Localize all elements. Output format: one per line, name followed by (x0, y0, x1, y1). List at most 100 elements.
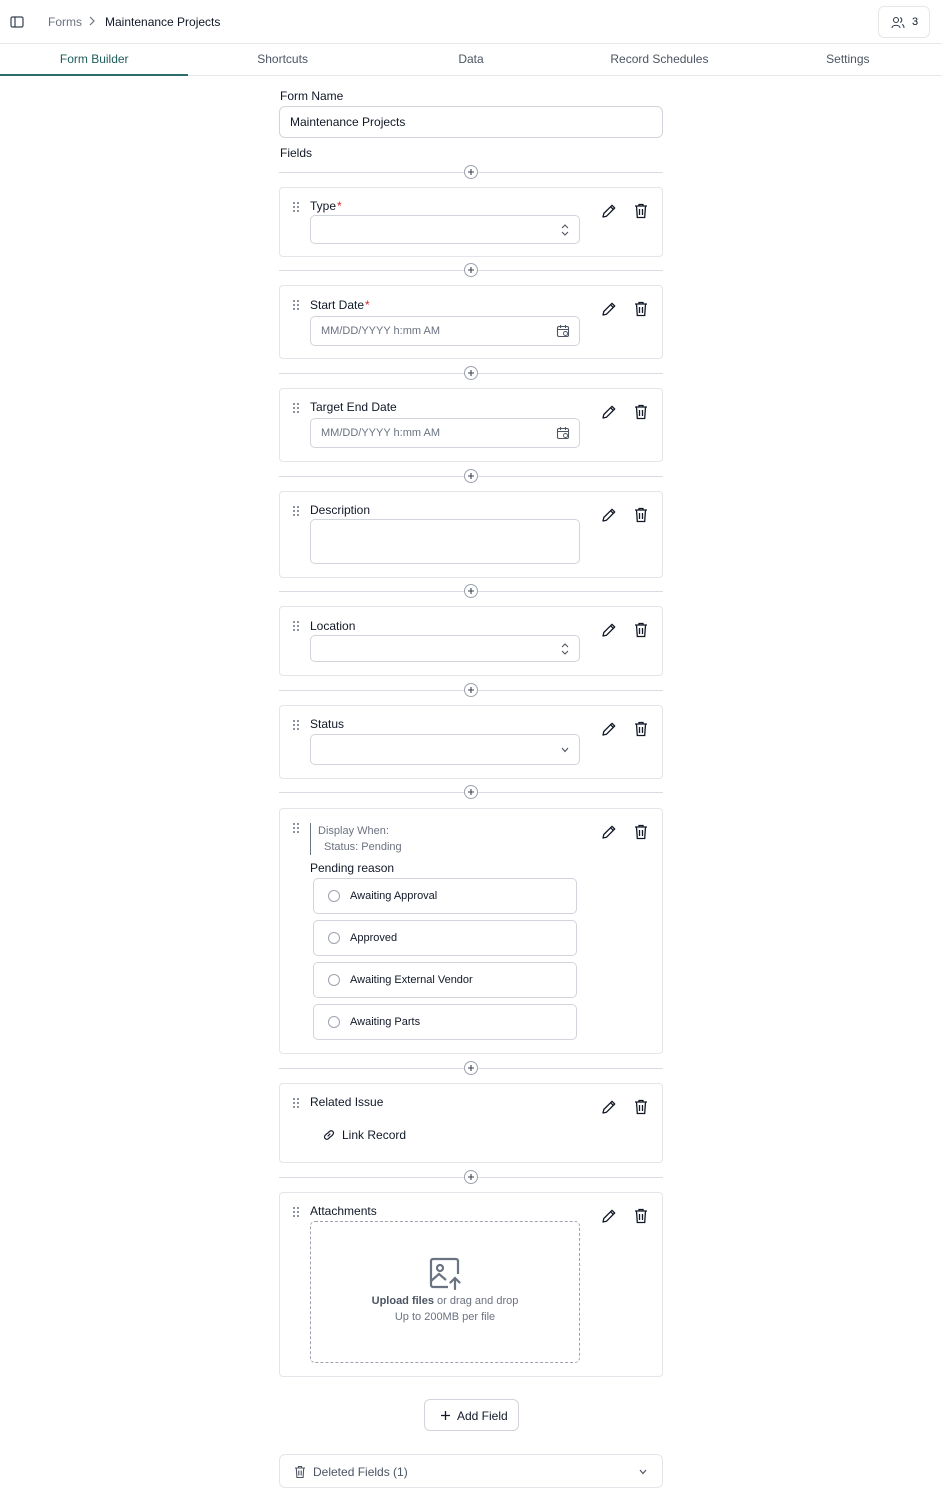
insert-field-divider (279, 1170, 663, 1184)
link-icon (323, 1130, 335, 1140)
field-label: Related Issue (310, 1095, 384, 1109)
type-select[interactable] (310, 215, 580, 244)
delete-field-icon[interactable] (633, 823, 649, 841)
collaborators-count: 3 (912, 16, 919, 28)
sidebar-toggle-icon[interactable] (10, 15, 24, 29)
edit-field-icon[interactable] (600, 506, 618, 524)
radio-button[interactable] (328, 890, 340, 902)
insert-field-button[interactable] (464, 584, 478, 598)
breadcrumb-forms-link[interactable]: Forms (48, 15, 82, 29)
radio-option-label: Awaiting External Vendor (350, 974, 473, 986)
delete-field-icon[interactable] (633, 202, 649, 220)
edit-field-icon[interactable] (600, 621, 618, 639)
edit-field-icon[interactable] (600, 403, 618, 421)
insert-field-button[interactable] (464, 683, 478, 697)
tab-data[interactable]: Data (377, 44, 565, 75)
radio-option[interactable]: Approved (313, 920, 577, 956)
deleted-fields-label: Deleted Fields (1) (313, 1465, 408, 1479)
edit-field-icon[interactable] (600, 1207, 618, 1225)
insert-field-divider (279, 1061, 663, 1075)
drag-handle-icon[interactable] (291, 1206, 301, 1218)
upload-size-limit: Up to 200MB per file (394, 1311, 496, 1323)
drag-drop-text: or drag and drop (433, 1295, 519, 1307)
display-condition: Display When: Status: Pending (310, 823, 402, 855)
delete-field-icon[interactable] (633, 403, 649, 421)
tab-form-builder[interactable]: Form Builder (0, 44, 189, 76)
radio-option[interactable]: Awaiting Parts (313, 1004, 577, 1040)
insert-field-divider (279, 584, 663, 598)
delete-field-icon[interactable] (633, 720, 649, 738)
form-name-input[interactable] (279, 106, 663, 138)
field-card-description: Description (279, 491, 663, 578)
radio-button[interactable] (328, 974, 340, 986)
drag-handle-icon[interactable] (291, 822, 301, 834)
edit-field-icon[interactable] (600, 823, 618, 841)
deleted-fields-accordion[interactable]: Deleted Fields (1) (279, 1454, 663, 1488)
insert-field-button[interactable] (464, 263, 478, 277)
target-end-date-input[interactable]: MM/DD/YYYY h:mm AM (310, 418, 580, 448)
collaborators-button[interactable]: 3 (878, 6, 930, 38)
add-field-button[interactable]: Add Field (424, 1399, 519, 1431)
required-marker: * (365, 298, 370, 312)
insert-field-button[interactable] (464, 785, 478, 799)
plus-icon (441, 1411, 450, 1420)
field-label: Pending reason (310, 861, 395, 875)
drag-handle-icon[interactable] (291, 201, 301, 213)
radio-button[interactable] (328, 932, 340, 944)
date-placeholder: MM/DD/YYYY h:mm AM (321, 325, 440, 337)
tab-settings[interactable]: Settings (754, 44, 942, 75)
drag-handle-icon[interactable] (291, 299, 301, 311)
field-card-target-end-date: Target End Date MM/DD/YYYY h:mm AM (279, 388, 663, 462)
upload-files-link[interactable]: Upload files (372, 1295, 434, 1307)
trash-icon (295, 1465, 305, 1479)
insert-field-divider (279, 366, 663, 380)
edit-field-icon[interactable] (600, 1098, 618, 1116)
radio-option[interactable]: Awaiting External Vendor (313, 962, 577, 998)
plus-icon (468, 267, 474, 273)
plus-icon (468, 687, 474, 693)
display-when-label: Display When: (318, 825, 389, 837)
delete-field-icon[interactable] (633, 1207, 649, 1225)
edit-field-icon[interactable] (600, 720, 618, 738)
insert-field-button[interactable] (464, 1061, 478, 1075)
upload-instructions: Upload files or drag and drop (311, 1295, 579, 1307)
edit-field-icon[interactable] (600, 202, 618, 220)
plus-icon (468, 1174, 474, 1180)
drag-handle-icon[interactable] (291, 402, 301, 414)
plus-icon (468, 1065, 474, 1071)
insert-field-button[interactable] (464, 1170, 478, 1184)
delete-field-icon[interactable] (633, 621, 649, 639)
edit-field-icon[interactable] (600, 300, 618, 318)
field-card-start-date: Start Date* MM/DD/YYYY h:mm AM (279, 285, 663, 359)
plus-icon (468, 588, 474, 594)
description-textarea[interactable] (310, 519, 580, 564)
insert-field-button[interactable] (464, 366, 478, 380)
drag-handle-icon[interactable] (291, 719, 301, 731)
status-select[interactable] (310, 734, 580, 765)
delete-field-icon[interactable] (633, 300, 649, 318)
drag-handle-icon[interactable] (291, 620, 301, 632)
fields-heading: Fields (280, 146, 313, 160)
field-card-attachments: Attachments Upload files or drag and dro… (279, 1192, 663, 1377)
tab-shortcuts[interactable]: Shortcuts (188, 44, 376, 75)
location-select[interactable] (310, 635, 580, 662)
radio-option[interactable]: Awaiting Approval (313, 878, 577, 914)
field-label: Start Date* (310, 298, 370, 312)
insert-field-divider (279, 683, 663, 697)
delete-field-icon[interactable] (633, 506, 649, 524)
delete-field-icon[interactable] (633, 1098, 649, 1116)
file-upload-dropzone[interactable]: Upload files or drag and drop Up to 200M… (310, 1221, 580, 1363)
date-placeholder: MM/DD/YYYY h:mm AM (321, 427, 440, 439)
insert-field-button[interactable] (464, 165, 478, 179)
radio-option-label: Approved (350, 932, 398, 944)
insert-field-button[interactable] (464, 469, 478, 483)
radio-button[interactable] (328, 1016, 340, 1028)
tab-bar: Form Builder Shortcuts Data Record Sched… (0, 44, 942, 76)
plus-icon (468, 169, 474, 175)
tab-record-schedules[interactable]: Record Schedules (565, 44, 753, 75)
drag-handle-icon[interactable] (291, 505, 301, 517)
drag-handle-icon[interactable] (291, 1097, 301, 1109)
start-date-input[interactable]: MM/DD/YYYY h:mm AM (310, 316, 580, 346)
plus-icon (468, 789, 474, 795)
required-marker: * (337, 199, 342, 213)
